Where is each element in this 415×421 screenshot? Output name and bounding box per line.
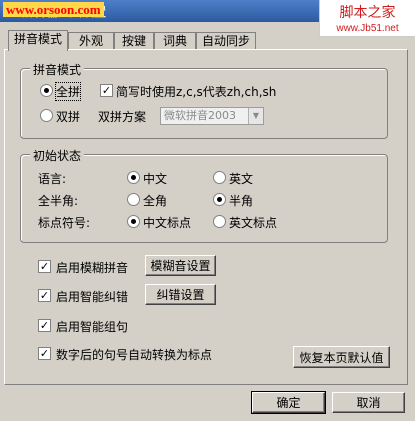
watermark-left: www.orsoon.com (3, 2, 104, 17)
lang-en-label: 英文 (229, 172, 254, 186)
language-label: 语言: (38, 172, 67, 186)
punct-cn-label: 中文标点 (143, 216, 192, 230)
tab-appearance[interactable]: 外观 (68, 32, 114, 50)
title-bar: 拼音输入法设置 www.orsoon.com 脚本之家 www.Jb51.net (0, 0, 415, 37)
fuzzy-label: 启用模糊拼音 (56, 261, 129, 275)
punct-en-label: 英文标点 (229, 216, 278, 230)
watermark-right-title: 脚本之家 (339, 5, 396, 21)
lang-cn-label: 中文 (143, 172, 168, 186)
watermark-right-url: www.Jb51.net (336, 23, 399, 34)
pinyin-mode-legend: 拼音模式 (30, 61, 85, 78)
simplify-checkbox[interactable]: ✓ (100, 84, 113, 97)
tab-pinyin-mode[interactable]: 拼音模式 (8, 30, 68, 51)
fuzzy-settings-button[interactable]: 模糊音设置 (145, 255, 216, 276)
correct-settings-button[interactable]: 纠错设置 (145, 284, 216, 305)
lang-cn-radio[interactable] (127, 171, 140, 184)
lang-en-radio[interactable] (213, 171, 226, 184)
digit-label: 数字后的句号自动转换为标点 (56, 348, 213, 362)
tab-dictionary[interactable]: 词典 (154, 32, 196, 50)
fuzzy-checkbox[interactable]: ✓ (38, 260, 51, 273)
ok-button[interactable]: 确定 (251, 391, 326, 414)
digit-checkbox[interactable]: ✓ (38, 347, 51, 360)
punct-label: 标点符号: (38, 216, 91, 230)
scheme-select-value: 微软拼音2003 (164, 109, 236, 122)
radio-dot (131, 219, 136, 224)
width-label: 全半角: (38, 194, 79, 208)
simplify-label: 简写时使用z,c,s代表zh,ch,sh (116, 85, 277, 99)
radio-dot (44, 88, 49, 93)
initial-state-legend: 初始状态 (30, 147, 85, 164)
phrase-label: 启用智能组句 (56, 320, 129, 334)
quanpin-label: 全拼 (54, 82, 82, 101)
punct-en-radio[interactable] (213, 215, 226, 228)
scheme-label: 双拼方案 (98, 110, 147, 124)
tab-keys[interactable]: 按键 (114, 32, 154, 50)
full-width-radio[interactable] (127, 193, 140, 206)
phrase-checkbox[interactable]: ✓ (38, 319, 51, 332)
correct-label: 启用智能纠错 (56, 290, 129, 304)
shuangpin-radio[interactable] (40, 109, 53, 122)
shuangpin-label: 双拼 (56, 110, 81, 124)
cancel-button[interactable]: 取消 (332, 392, 405, 413)
full-width-label: 全角 (143, 194, 168, 208)
quanpin-radio[interactable] (40, 84, 53, 97)
half-width-label: 半角 (229, 194, 254, 208)
correct-checkbox[interactable]: ✓ (38, 289, 51, 302)
tab-auto-sync[interactable]: 自动同步 (196, 32, 256, 50)
chevron-down-icon: ▼ (248, 108, 263, 124)
pinyin-mode-group: 拼音模式 (20, 61, 388, 139)
scheme-select[interactable]: 微软拼音2003 ▼ (160, 107, 264, 125)
radio-dot (131, 175, 136, 180)
restore-defaults-button[interactable]: 恢复本页默认值 (293, 346, 390, 368)
watermark-right: 脚本之家 www.Jb51.net (319, 0, 415, 37)
radio-dot (217, 197, 222, 202)
half-width-radio[interactable] (213, 193, 226, 206)
punct-cn-radio[interactable] (127, 215, 140, 228)
